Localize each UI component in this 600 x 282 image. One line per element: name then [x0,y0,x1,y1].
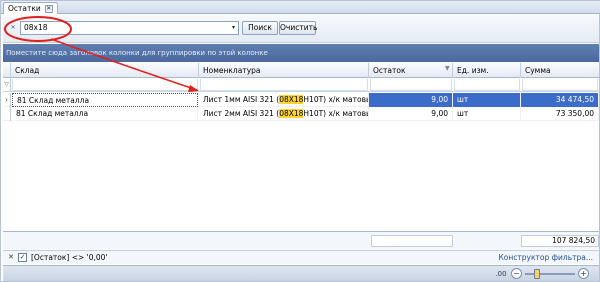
search-highlight: 08Х18 [279,109,304,118]
remains-window: Остатки ✕ ✕ 08х18 ▾ Поиск Очистить Помес… [0,0,600,282]
zoom-slider-thumb[interactable] [534,269,540,279]
item-text-after: Н10Т) х/к матовый [303,109,368,118]
item-text-before: Лист 2мм AISI 321 ( [203,109,280,118]
header-indicator [3,63,11,78]
column-header-sum[interactable]: Сумма [521,63,599,78]
auto-filter-item[interactable] [200,79,368,91]
filter-builder-link[interactable]: Конструктор фильтра... [498,251,593,265]
cell-unit[interactable]: шт [453,107,521,121]
filter-enabled-checkbox[interactable]: ✓ [18,253,27,262]
row-indicator-icon [3,107,11,121]
table-row[interactable]: 81 Склад металла Лист 2мм AISI 321 (08Х1… [3,107,599,121]
group-by-panel[interactable]: Поместите сюда заголовок колонки для гру… [3,44,599,62]
cell-item[interactable]: Лист 1мм AISI 321 (08Х18Н10Т) х/к матовы… [199,93,369,107]
search-button[interactable]: Поиск [242,21,278,35]
zoom-out-button[interactable]: − [511,268,522,279]
cell-warehouse[interactable]: 81 Склад металла [12,107,198,121]
auto-filter-sum[interactable] [522,79,598,91]
cell-item[interactable]: Лист 2мм AISI 321 (08Х18Н10Т) х/к матовы… [199,107,369,121]
cell-quantity[interactable]: 9,00 [369,107,453,121]
chevron-down-icon[interactable]: ▾ [229,22,238,34]
footer-quantity-total [371,235,453,247]
clear-filter-icon[interactable]: ✕ [7,253,15,262]
grid-header: Склад Номенклатура Остаток ▼ Ед. изм. Су… [3,63,599,78]
auto-filter-warehouse[interactable] [12,79,198,91]
auto-filter-quantity[interactable] [370,79,452,91]
find-panel-close-icon[interactable]: ✕ [9,24,17,32]
auto-filter-icon: ▽ [3,78,11,92]
zoom-value: .00 [495,270,507,278]
row-indicator-icon: › [3,93,11,107]
cell-sum[interactable]: 34 474,50 [521,93,599,107]
find-panel: ✕ 08х18 ▾ Поиск Очистить [3,15,599,43]
zoom-in-button[interactable]: + [578,268,589,279]
filter-icon[interactable]: ▼ [445,66,451,72]
grid-footer: 107 824,50 [3,231,599,249]
item-text-before: Лист 1мм AISI 321 ( [203,95,280,104]
footer-sum-total: 107 824,50 [521,235,599,247]
auto-filter-unit[interactable] [454,79,520,91]
tab-label: Остатки [8,4,41,13]
tab-remains[interactable]: Остатки ✕ [3,2,58,14]
tab-strip: Остатки ✕ [1,1,600,14]
column-header-item[interactable]: Номенклатура [199,63,369,78]
zoom-slider-track[interactable] [525,273,575,275]
data-grid: Склад Номенклатура Остаток ▼ Ед. изм. Су… [3,63,599,239]
column-header-quantity[interactable]: Остаток [369,63,453,78]
tab-close-icon[interactable]: ✕ [44,4,53,13]
filter-expression[interactable]: [Остаток] <> '0,00' [31,251,108,265]
column-header-warehouse[interactable]: Склад [11,63,199,78]
zoom-bar: .00 − + [3,265,599,281]
auto-filter-row: ▽ [3,78,599,92]
clear-button[interactable]: Очистить [279,21,317,35]
table-row[interactable]: › 81 Склад металла Лист 1мм AISI 321 (08… [3,93,599,107]
filter-status-bar: ✕ ✓ [Остаток] <> '0,00' Конструктор филь… [3,250,599,264]
column-header-unit[interactable]: Ед. изм. [453,63,521,78]
search-input[interactable]: 08х18 [20,21,239,35]
cell-sum[interactable]: 73 350,00 [521,107,599,121]
cell-unit[interactable]: шт [453,93,521,107]
search-highlight: 08Х18 [279,95,304,104]
item-text-after: Н10Т) х/к матовый [303,95,368,104]
cell-quantity[interactable]: 9,00 [369,93,453,107]
cell-warehouse[interactable]: 81 Склад металла [12,93,198,107]
